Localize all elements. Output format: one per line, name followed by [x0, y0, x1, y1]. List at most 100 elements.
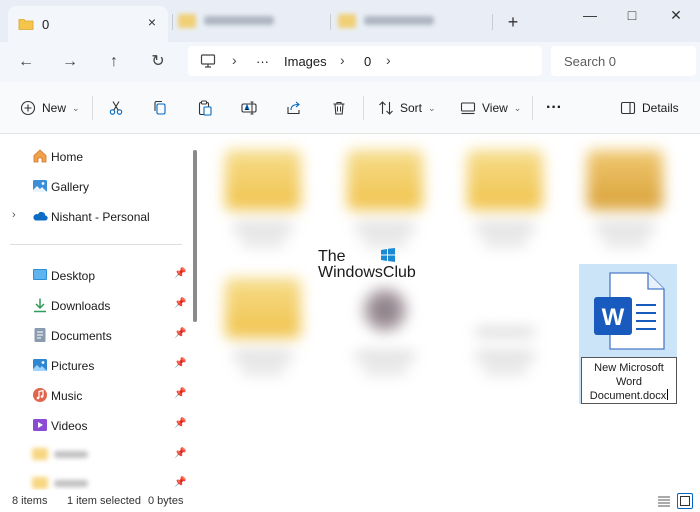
- filename-line1: New Microsoft: [594, 362, 664, 374]
- folder-icon: [32, 448, 92, 462]
- sidebar-item-label: Desktop: [51, 269, 96, 283]
- copy-button[interactable]: [152, 96, 168, 120]
- toolbar-divider: [532, 96, 533, 120]
- chevron-right-icon[interactable]: ›: [232, 52, 237, 68]
- tab-divider: [492, 14, 493, 30]
- file-list: The WindowsClub W New Microsoft Word Doc…: [205, 134, 700, 490]
- selection-count: 1 item selected: [67, 495, 141, 507]
- maximize-button[interactable]: □: [617, 4, 647, 26]
- sidebar-item-downloads[interactable]: Downloads 📌: [0, 293, 188, 317]
- pin-icon[interactable]: 📌: [174, 477, 186, 488]
- selection-size: 0 bytes: [148, 495, 184, 507]
- desktop-icon: [32, 267, 48, 283]
- tab-title: 0: [42, 17, 50, 32]
- navigation-bar: ← → ↑ ↻ › ··· Images › 0 › Search 0: [0, 42, 700, 82]
- file-item[interactable]: [215, 268, 311, 380]
- pin-icon[interactable]: 📌: [174, 358, 186, 369]
- chevron-right-icon[interactable]: ›: [340, 52, 345, 68]
- sidebar-item-label: Pictures: [51, 359, 95, 373]
- sidebar-item-documents[interactable]: Documents 📌: [0, 323, 188, 347]
- breadcrumb-0[interactable]: 0: [364, 54, 371, 69]
- videos-icon: [32, 417, 48, 433]
- selected-file-item[interactable]: W New Microsoft Word Document.docx: [579, 264, 677, 404]
- sidebar-item-label: Home: [51, 150, 84, 164]
- pin-icon[interactable]: 📌: [174, 388, 186, 399]
- file-item[interactable]: [337, 268, 433, 380]
- expand-chevron-icon[interactable]: ›: [12, 209, 16, 221]
- text-caret: [667, 389, 669, 400]
- folder-icon: [18, 17, 34, 34]
- pin-icon[interactable]: 📌: [174, 298, 186, 309]
- details-label: Details: [642, 101, 679, 115]
- paste-button[interactable]: [197, 96, 213, 120]
- address-bar[interactable]: › ··· Images › 0 ›: [188, 46, 542, 76]
- breadcrumb-images[interactable]: Images: [284, 54, 327, 69]
- minimize-button[interactable]: —: [575, 4, 605, 26]
- sidebar-item-pictures[interactable]: Pictures 📌: [0, 353, 188, 377]
- toolbar-divider: [363, 96, 364, 120]
- sidebar-item-videos[interactable]: Videos 📌: [0, 413, 188, 437]
- more-options-button[interactable]: ···: [546, 96, 562, 120]
- status-bar: 8 items 1 item selected 0 bytes: [0, 490, 700, 512]
- rename-button[interactable]: [241, 96, 257, 120]
- documents-icon: [32, 327, 48, 343]
- close-button[interactable]: ✕: [661, 4, 691, 26]
- file-item[interactable]: [215, 140, 311, 252]
- tab-close-icon[interactable]: ×: [144, 14, 160, 30]
- item-count: 8 items: [12, 495, 48, 507]
- sidebar-item-label: Nishant - Personal: [51, 210, 150, 224]
- view-button[interactable]: View ⌄: [460, 96, 521, 120]
- sidebar-item-gallery[interactable]: Gallery: [0, 174, 188, 198]
- sidebar-scrollbar[interactable]: [193, 150, 197, 322]
- new-button[interactable]: New ⌄: [20, 96, 80, 120]
- sort-button[interactable]: Sort ⌄: [378, 96, 436, 120]
- tab-blurred[interactable]: [338, 12, 478, 30]
- sidebar-item-music[interactable]: Music 📌: [0, 383, 188, 407]
- navigation-pane: Home Gallery › Nishant - Personal Deskto…: [0, 134, 200, 490]
- chevron-down-icon: ⌄: [72, 102, 80, 113]
- tab-active[interactable]: 0 ×: [8, 6, 168, 42]
- sidebar-item-onedrive[interactable]: › Nishant - Personal: [0, 204, 188, 228]
- scissors-icon: [109, 101, 123, 115]
- details-pane-icon: [620, 101, 636, 115]
- toolbar-divider: [92, 96, 93, 120]
- chevron-right-icon[interactable]: ›: [386, 52, 391, 68]
- sidebar-item-home[interactable]: Home: [0, 144, 188, 168]
- refresh-button[interactable]: ↻: [146, 50, 170, 74]
- this-pc-icon[interactable]: [200, 54, 216, 71]
- sidebar-item-blurred[interactable]: 📌: [0, 443, 188, 467]
- pin-icon[interactable]: 📌: [174, 268, 186, 279]
- sidebar-item-label: Videos: [51, 419, 88, 433]
- cut-button[interactable]: [108, 96, 124, 120]
- pictures-icon: [32, 357, 48, 373]
- up-button[interactable]: ↑: [102, 50, 126, 74]
- downloads-icon: [32, 297, 48, 313]
- back-button[interactable]: ←: [14, 50, 38, 74]
- details-view-icon[interactable]: [656, 493, 672, 509]
- filename-line2: Word: [615, 376, 643, 388]
- file-item[interactable]: [457, 268, 553, 380]
- file-item[interactable]: [577, 140, 673, 252]
- sidebar-divider: [10, 244, 182, 245]
- forward-button[interactable]: →: [58, 50, 82, 74]
- view-label: View: [482, 101, 508, 115]
- sidebar-item-desktop[interactable]: Desktop 📌: [0, 263, 188, 287]
- watermark: The WindowsClub: [318, 248, 418, 284]
- pin-icon[interactable]: 📌: [174, 328, 186, 339]
- delete-button[interactable]: [331, 96, 347, 120]
- large-icons-view-icon[interactable]: [677, 493, 693, 509]
- breadcrumb-overflow[interactable]: ···: [256, 54, 269, 69]
- new-tab-button[interactable]: +: [503, 12, 523, 32]
- pin-icon[interactable]: 📌: [174, 448, 186, 459]
- share-button[interactable]: [286, 96, 302, 120]
- tab-blurred[interactable]: [178, 12, 318, 30]
- pin-icon[interactable]: 📌: [174, 418, 186, 429]
- windowsclub-logo-icon: [381, 248, 395, 262]
- chevron-down-icon: ⌄: [513, 102, 522, 113]
- file-item[interactable]: [457, 140, 553, 252]
- search-placeholder: Search 0: [564, 54, 617, 69]
- file-item[interactable]: [337, 140, 433, 252]
- details-button[interactable]: Details: [620, 96, 679, 120]
- search-input[interactable]: Search 0: [551, 46, 696, 76]
- rename-input[interactable]: New Microsoft Word Document.docx: [581, 357, 677, 404]
